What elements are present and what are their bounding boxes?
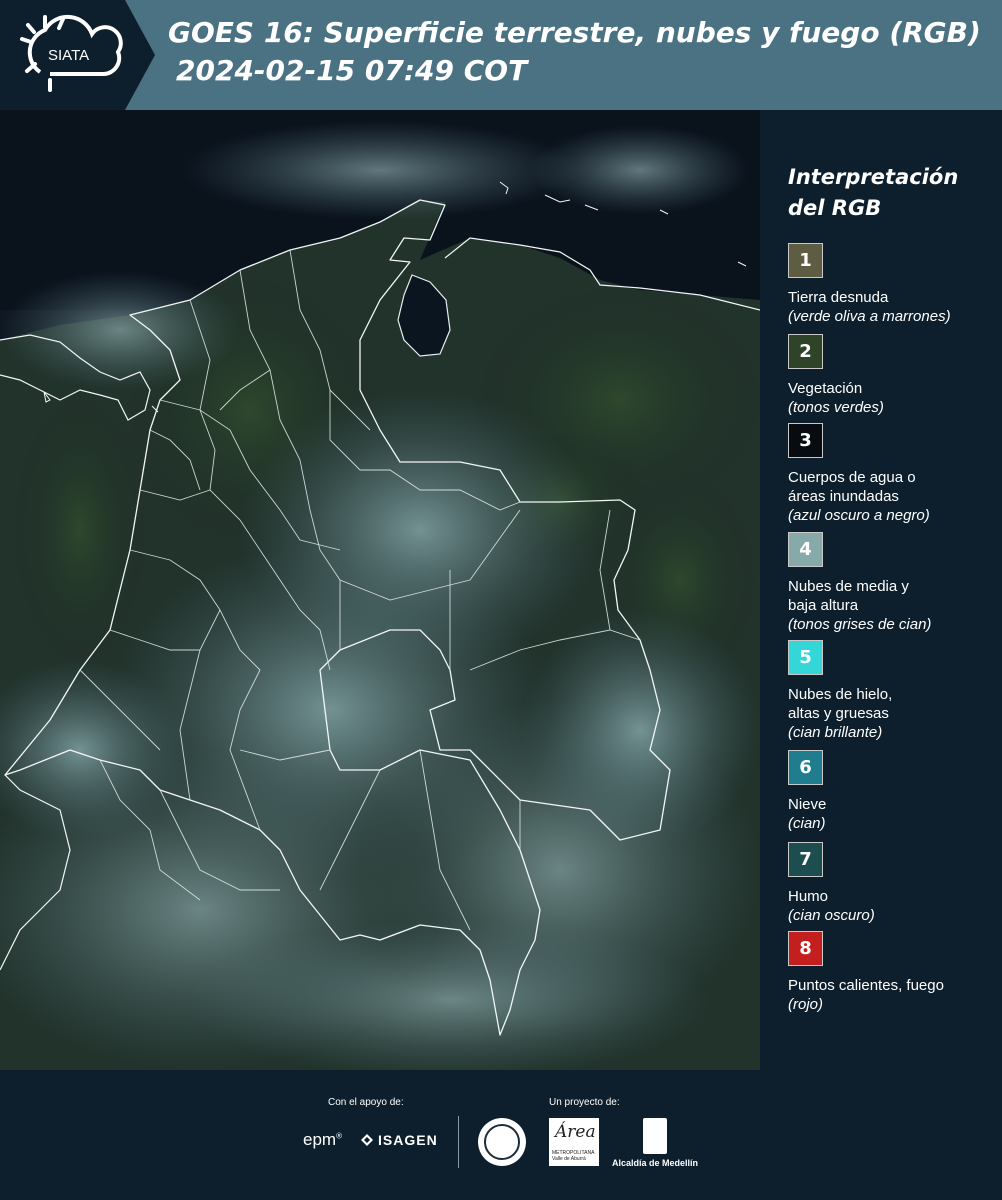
- siata-logo-text: SIATA: [48, 47, 89, 64]
- footer-sponsors: Con el apoyo de: Un proyecto de: epm® IS…: [0, 1070, 1002, 1200]
- legend-sub-4: (tonos grises de cian): [788, 616, 932, 633]
- isagen-mark-icon: [361, 1134, 373, 1146]
- legend-title-line-2: del RGB: [788, 196, 882, 220]
- title-line-1: GOES 16: Superficie terrestre, nubes y f…: [168, 16, 981, 49]
- isagen-logo-text: ISAGEN: [378, 1132, 438, 1148]
- legend-item-water: 3 Cuerpos de agua o áreas inundadas (azu…: [788, 423, 998, 525]
- alcaldia-logo-text: Alcaldía de Medellín: [612, 1158, 699, 1168]
- legend-label-8: Puntos calientes, fuego: [788, 977, 944, 994]
- legend-sub-3: (azul oscuro a negro): [788, 507, 930, 524]
- project-label: Un proyecto de:: [549, 1097, 620, 1108]
- legend-item-vegetation: 2 Vegetación (tonos verdes): [788, 334, 998, 417]
- legend-item-ice-clouds: 5 Nubes de hielo, altas y gruesas (cian …: [788, 640, 998, 742]
- legend-swatch-7: 7: [788, 842, 823, 877]
- legend-swatch-5: 5: [788, 640, 823, 675]
- area-logo-text: Área: [555, 1122, 596, 1142]
- siata-logo: SIATA: [0, 0, 155, 110]
- epm-logo-text: epm: [303, 1130, 337, 1149]
- legend-swatch-8: 8: [788, 931, 823, 966]
- support-label: Con el apoyo de:: [328, 1097, 404, 1108]
- legend-item-smoke: 7 Humo (cian oscuro): [788, 842, 998, 925]
- legend-label-5: Nubes de hielo, altas y gruesas: [788, 686, 893, 722]
- area-metropolitana-logo: Área METROPOLITANA Valle de Aburrá: [549, 1118, 599, 1166]
- legend-sub-6: (cian): [788, 815, 826, 832]
- legend-item-low-clouds: 4 Nubes de media y baja altura (tonos gr…: [788, 532, 998, 634]
- title-line-2-datetime: 2024-02-15 07:49 COT: [176, 54, 528, 87]
- legend-sub-5: (cian brillante): [788, 724, 883, 741]
- rgb-legend-panel: Interpretación del RGB 1 Tierra desnuda …: [762, 110, 1002, 1070]
- legend-swatch-6: 6: [788, 750, 823, 785]
- isagen-logo: ISAGEN: [360, 1132, 438, 1148]
- university-seal-logo: [478, 1118, 526, 1166]
- epm-registered-mark: ®: [336, 1131, 342, 1141]
- header-bar: SIATA GOES 16: Superficie terrestre, nub…: [0, 0, 1002, 110]
- legend-label-3: Cuerpos de agua o áreas inundadas: [788, 469, 916, 505]
- legend-swatch-4: 4: [788, 532, 823, 567]
- satellite-map: [0, 110, 760, 1070]
- legend-label-1: Tierra desnuda: [788, 289, 889, 306]
- legend-item-fire: 8 Puntos calientes, fuego (rojo): [788, 931, 998, 1014]
- legend-label-6: Nieve: [788, 796, 827, 813]
- legend-sub-1: (verde oliva a marrones): [788, 308, 951, 325]
- legend-title-line-1: Interpretación: [788, 165, 959, 189]
- legend-label-7: Humo: [788, 888, 829, 905]
- legend-label-2: Vegetación: [788, 380, 863, 397]
- legend-swatch-1: 1: [788, 243, 823, 278]
- page-title: GOES 16: Superficie terrestre, nubes y f…: [168, 14, 998, 90]
- legend-swatch-3: 3: [788, 423, 823, 458]
- footer-divider: [458, 1116, 459, 1168]
- legend-sub-8: (rojo): [788, 996, 824, 1013]
- legend-label-4: Nubes de media y baja altura: [788, 578, 909, 614]
- legend-title: Interpretación del RGB: [788, 162, 998, 224]
- legend-sub-7: (cian oscuro): [788, 907, 875, 924]
- legend-swatch-2: 2: [788, 334, 823, 369]
- legend-item-bare-soil: 1 Tierra desnuda (verde oliva a marrones…: [788, 243, 998, 326]
- area-logo-subtext: METROPOLITANA Valle de Aburrá: [552, 1150, 595, 1162]
- legend-item-snow: 6 Nieve (cian): [788, 750, 998, 833]
- legend-sub-2: (tonos verdes): [788, 399, 884, 416]
- alcaldia-shield-icon: [643, 1118, 667, 1154]
- epm-logo: epm®: [303, 1130, 342, 1150]
